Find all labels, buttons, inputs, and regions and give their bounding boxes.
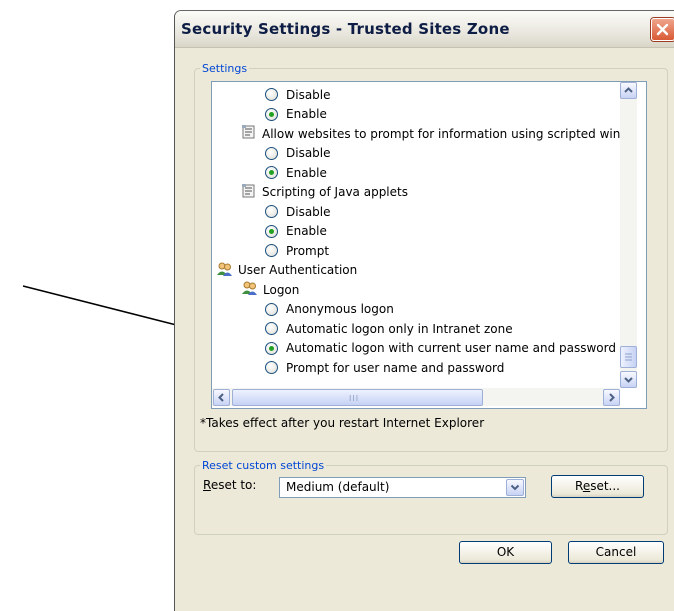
horizontal-scroll-thumb[interactable]: III: [232, 389, 483, 406]
reset-legend: Reset custom settings: [202, 459, 325, 472]
grip-icon: III: [349, 394, 360, 403]
settings-list-items: Disable Enable Allow websites to prompt fo…: [212, 82, 620, 388]
horizontal-scrollbar[interactable]: III: [212, 388, 620, 406]
grip-icon: [625, 353, 632, 361]
setting-label: Enable: [286, 224, 327, 238]
setting-label: Automatic logon only in Intranet zone: [286, 321, 513, 336]
setting-label: Automatic logon with current user name a…: [286, 341, 616, 355]
title-bar[interactable]: Security Settings - Trusted Sites Zone: [175, 11, 674, 48]
radio-unchecked[interactable]: [265, 322, 278, 335]
scroll-left-button[interactable]: [213, 389, 230, 406]
setting-option[interactable]: Enable: [265, 105, 327, 124]
dialog-title: Security Settings - Trusted Sites Zone: [181, 20, 510, 38]
setting-option[interactable]: Disable: [265, 144, 331, 163]
setting-option[interactable]: Automatic logon with current user name a…: [265, 339, 616, 358]
setting-option[interactable]: Prompt for user name and password: [265, 358, 504, 377]
setting-option[interactable]: Anonymous logon: [265, 300, 394, 319]
setting-option[interactable]: Disable: [265, 202, 331, 221]
radio-unchecked[interactable]: [265, 88, 278, 101]
vertical-scrollbar[interactable]: [620, 82, 637, 388]
setting-label: Logon: [263, 282, 300, 297]
users-icon: [216, 261, 233, 280]
setting-option[interactable]: Automatic logon only in Intranet zone: [265, 319, 513, 338]
setting-item: Logon: [241, 280, 299, 299]
reset-to-mnemonic: R: [203, 478, 211, 492]
setting-item: Scripting of Java applets: [241, 183, 408, 202]
setting-category: User Authentication: [216, 261, 357, 280]
settings-list[interactable]: Disable Enable Allow websites to prompt fo…: [211, 81, 647, 409]
chevron-right-icon: [609, 393, 615, 402]
close-icon: [656, 23, 669, 36]
setting-option[interactable]: Disable: [265, 85, 331, 104]
chevron-up-icon: [624, 87, 633, 93]
radio-unchecked[interactable]: [265, 244, 278, 257]
reset-button[interactable]: Reset...: [551, 475, 644, 498]
restart-note: *Takes effect after you restart Internet…: [200, 416, 485, 430]
ok-button[interactable]: OK: [459, 541, 552, 564]
setting-label: Allow websites to prompt for information…: [262, 126, 620, 141]
setting-label: User Authentication: [238, 263, 358, 277]
radio-unchecked[interactable]: [265, 302, 278, 316]
radio-checked[interactable]: [265, 224, 278, 238]
chevron-down-icon: [624, 377, 633, 383]
setting-label: Disable: [286, 87, 331, 102]
vertical-scroll-thumb[interactable]: [620, 346, 637, 368]
reset-level-value: Medium (default): [286, 480, 390, 494]
reset-level-select[interactable]: Medium (default): [279, 477, 526, 498]
radio-checked[interactable]: [265, 166, 278, 179]
setting-label: Scripting of Java applets: [262, 185, 408, 199]
setting-label: Prompt for user name and password: [286, 360, 505, 375]
radio-unchecked[interactable]: [265, 146, 278, 160]
radio-unchecked[interactable]: [265, 205, 278, 218]
setting-label: Disable: [286, 204, 331, 219]
radio-checked[interactable]: [265, 341, 278, 355]
users-icon: [241, 280, 258, 299]
setting-item: Allow websites to prompt for information…: [241, 124, 620, 143]
reset-level-dropdown-button[interactable]: [506, 479, 524, 496]
setting-label: Enable: [286, 107, 327, 121]
setting-label: Anonymous logon: [286, 302, 394, 316]
setting-option[interactable]: Prompt: [265, 241, 329, 260]
reset-button-label: Reset...: [575, 479, 620, 493]
chevron-left-icon: [218, 393, 224, 402]
close-button[interactable]: [651, 18, 674, 41]
reset-to-rest: eset to:: [210, 478, 257, 492]
setting-label: Disable: [286, 146, 331, 160]
scroll-right-button[interactable]: [603, 389, 620, 406]
chevron-down-icon: [510, 484, 520, 491]
scroll-down-button[interactable]: [620, 371, 637, 388]
script-icon: [241, 183, 257, 202]
setting-label: Enable: [286, 165, 327, 180]
cancel-button[interactable]: Cancel: [568, 541, 664, 564]
script-icon: [241, 124, 257, 143]
reset-to-label: Reset to:: [203, 478, 256, 492]
setting-option[interactable]: Enable: [265, 163, 327, 182]
setting-option[interactable]: Enable: [265, 222, 327, 241]
radio-checked[interactable]: [265, 107, 278, 121]
radio-unchecked[interactable]: [265, 361, 278, 374]
scroll-up-button[interactable]: [620, 82, 637, 99]
settings-legend: Settings: [202, 62, 248, 75]
setting-label: Prompt: [286, 243, 330, 258]
